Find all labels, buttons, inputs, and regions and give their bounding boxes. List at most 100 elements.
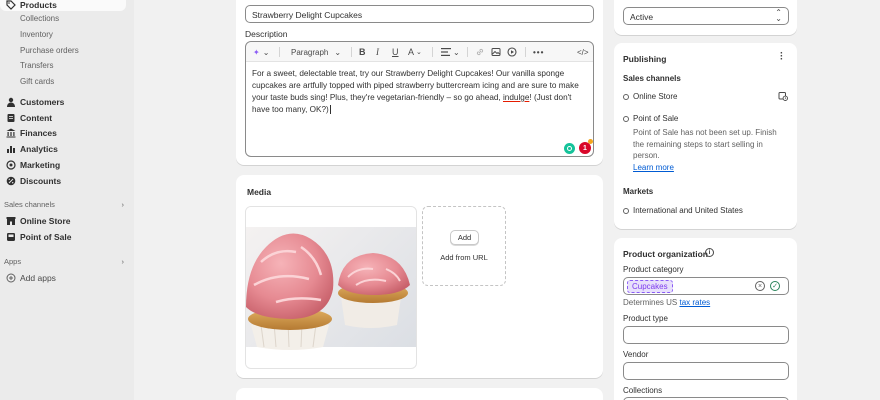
bold-button[interactable]: B [359,46,366,58]
sales-channels-heading[interactable]: Sales channels › [4,200,124,209]
link-icon [476,48,484,56]
product-image-cupcakes[interactable] [245,206,417,369]
storefront-icon [5,215,16,226]
pos-icon [5,231,16,242]
cupcake-photo [246,207,416,368]
sidebar-item-customers[interactable]: Customers [0,94,64,109]
image-icon [491,48,501,56]
chevron-down-icon: ⌄ [416,49,422,56]
play-circle-icon [507,47,517,57]
bar-chart-icon [5,143,16,154]
align-button[interactable]: ⌄ [441,46,460,58]
add-from-url-link[interactable]: Add from URL [423,253,505,262]
sidebar-item-point-of-sale[interactable]: Point of Sale [0,229,71,244]
status-value: Active [630,12,654,22]
link-button[interactable] [475,46,485,58]
next-card [236,388,603,400]
select-arrows-icon: ⌃ ⌄ [775,8,782,23]
status-select[interactable]: Active ⌃ ⌄ [623,7,789,25]
sidebar-item-analytics[interactable]: Analytics [0,141,58,156]
sidebar-item-label: Online Store [20,215,71,226]
align-left-icon [441,48,451,56]
ai-magic-button[interactable]: ✦ ⌄ [253,46,269,58]
online-store-channel: Online Store [633,92,678,101]
tax-rates-link[interactable]: tax rates [679,298,710,307]
sidebar-item-label: Point of Sale [20,231,72,242]
chevron-right-icon: › [121,200,125,209]
schedule-calendar-icon[interactable] [778,91,788,103]
more-vertical-icon[interactable]: · · · [780,49,783,65]
product-type-input[interactable] [623,326,789,344]
tag-icon [5,0,16,10]
notification-dot [588,139,593,144]
sidebar-sub-purchase-orders[interactable]: Purchase orders [20,46,79,55]
sidebar-item-add-apps[interactable]: Add apps [0,270,56,285]
insert-video-button[interactable] [507,46,517,58]
pos-status-icon [623,116,629,122]
sidebar-item-discounts[interactable]: Discounts [0,173,61,188]
italic-button[interactable]: I [376,46,379,58]
code-view-icon[interactable]: </> [577,46,589,58]
toolbar-divider [525,47,526,57]
title-input-value: Strawberry Delight Cupcakes [252,10,363,20]
chevron-down-icon: ⌄ [453,47,460,57]
sidebar-item-label: Products [20,0,57,10]
sidebar-item-finances[interactable]: Finances [0,125,57,140]
sidebar-item-label: Analytics [20,143,58,154]
clear-icon[interactable]: × [755,281,765,291]
description-label: Description [245,29,288,39]
learn-more-link[interactable]: Learn more [633,163,674,172]
underline-button[interactable]: U [392,46,399,58]
tax-rates-note-text: Determines US [623,298,680,307]
more-options-icon[interactable]: ••• [533,46,544,58]
media-add-dropzone[interactable]: Add Add from URL [422,206,506,286]
plus-circle-icon [5,272,16,283]
pos-setup-note: Point of Sale has not been set up. Finis… [633,128,777,160]
sidebar-item-label: Customers [20,96,65,107]
product-category-input[interactable]: Cupcakes × ✓ [623,277,789,295]
apps-heading[interactable]: Apps › [4,257,124,266]
sidebar-sub-transfers[interactable]: Transfers [20,61,54,70]
media-heading: Media [247,187,272,197]
insert-image-button[interactable] [491,46,501,58]
bank-icon [5,127,16,138]
sidebar-sub-collections[interactable]: Collections [20,14,59,23]
vendor-label: Vendor [623,350,649,359]
sidebar-item-label: Discounts [20,175,62,186]
sidebar-sub-gift-cards[interactable]: Gift cards [20,77,54,86]
add-media-button[interactable]: Add [450,230,479,245]
info-icon[interactable]: i [705,248,714,257]
grammarly-icon[interactable] [564,143,575,154]
sidebar: Products Collections Inventory Purchase … [0,0,134,400]
chevron-down-icon: ⌄ [334,47,342,57]
sidebar-item-marketing[interactable]: Marketing [0,157,60,172]
sidebar-sub-inventory[interactable]: Inventory [20,30,53,39]
description-editor[interactable]: ✦ ⌄ Paragraph ⌄ B I U A ⌄ ⌄ ••• </> For a s… [245,41,594,157]
product-organization-heading: Product organization [623,249,708,259]
publishing-heading: Publishing [623,54,667,64]
grammarly-mark [567,146,572,151]
sidebar-item-label: Marketing [20,159,61,170]
check-circle-icon[interactable]: ✓ [770,281,780,291]
person-icon [5,96,16,107]
apps-heading-label: Apps [4,257,22,266]
vendor-input[interactable] [623,362,789,380]
sidebar-item-label: Content [20,112,53,123]
document-icon [5,112,16,123]
tax-rates-note: Determines US tax rates [623,298,710,307]
toolbar-divider [351,47,352,57]
sidebar-item-content[interactable]: Content [0,110,52,125]
online-store-status-icon [623,94,629,100]
publishing-sales-channels-heading: Sales channels [623,74,681,83]
discount-icon [5,175,16,186]
text-color-button[interactable]: A ⌄ [408,46,422,58]
toolbar-divider [432,47,433,57]
sidebar-item-products[interactable]: Products [0,0,57,12]
chevron-right-icon: › [121,257,125,266]
title-input[interactable]: Strawberry Delight Cupcakes [245,5,594,23]
description-text: For a sweet, delectable treat, try our S… [252,68,587,116]
editor-toolbar: ✦ ⌄ Paragraph ⌄ B I U A ⌄ ⌄ ••• </> [246,42,593,62]
paragraph-select[interactable]: Paragraph ⌄ [291,46,341,58]
toolbar-divider [467,47,468,57]
sidebar-item-online-store[interactable]: Online Store [0,213,71,228]
